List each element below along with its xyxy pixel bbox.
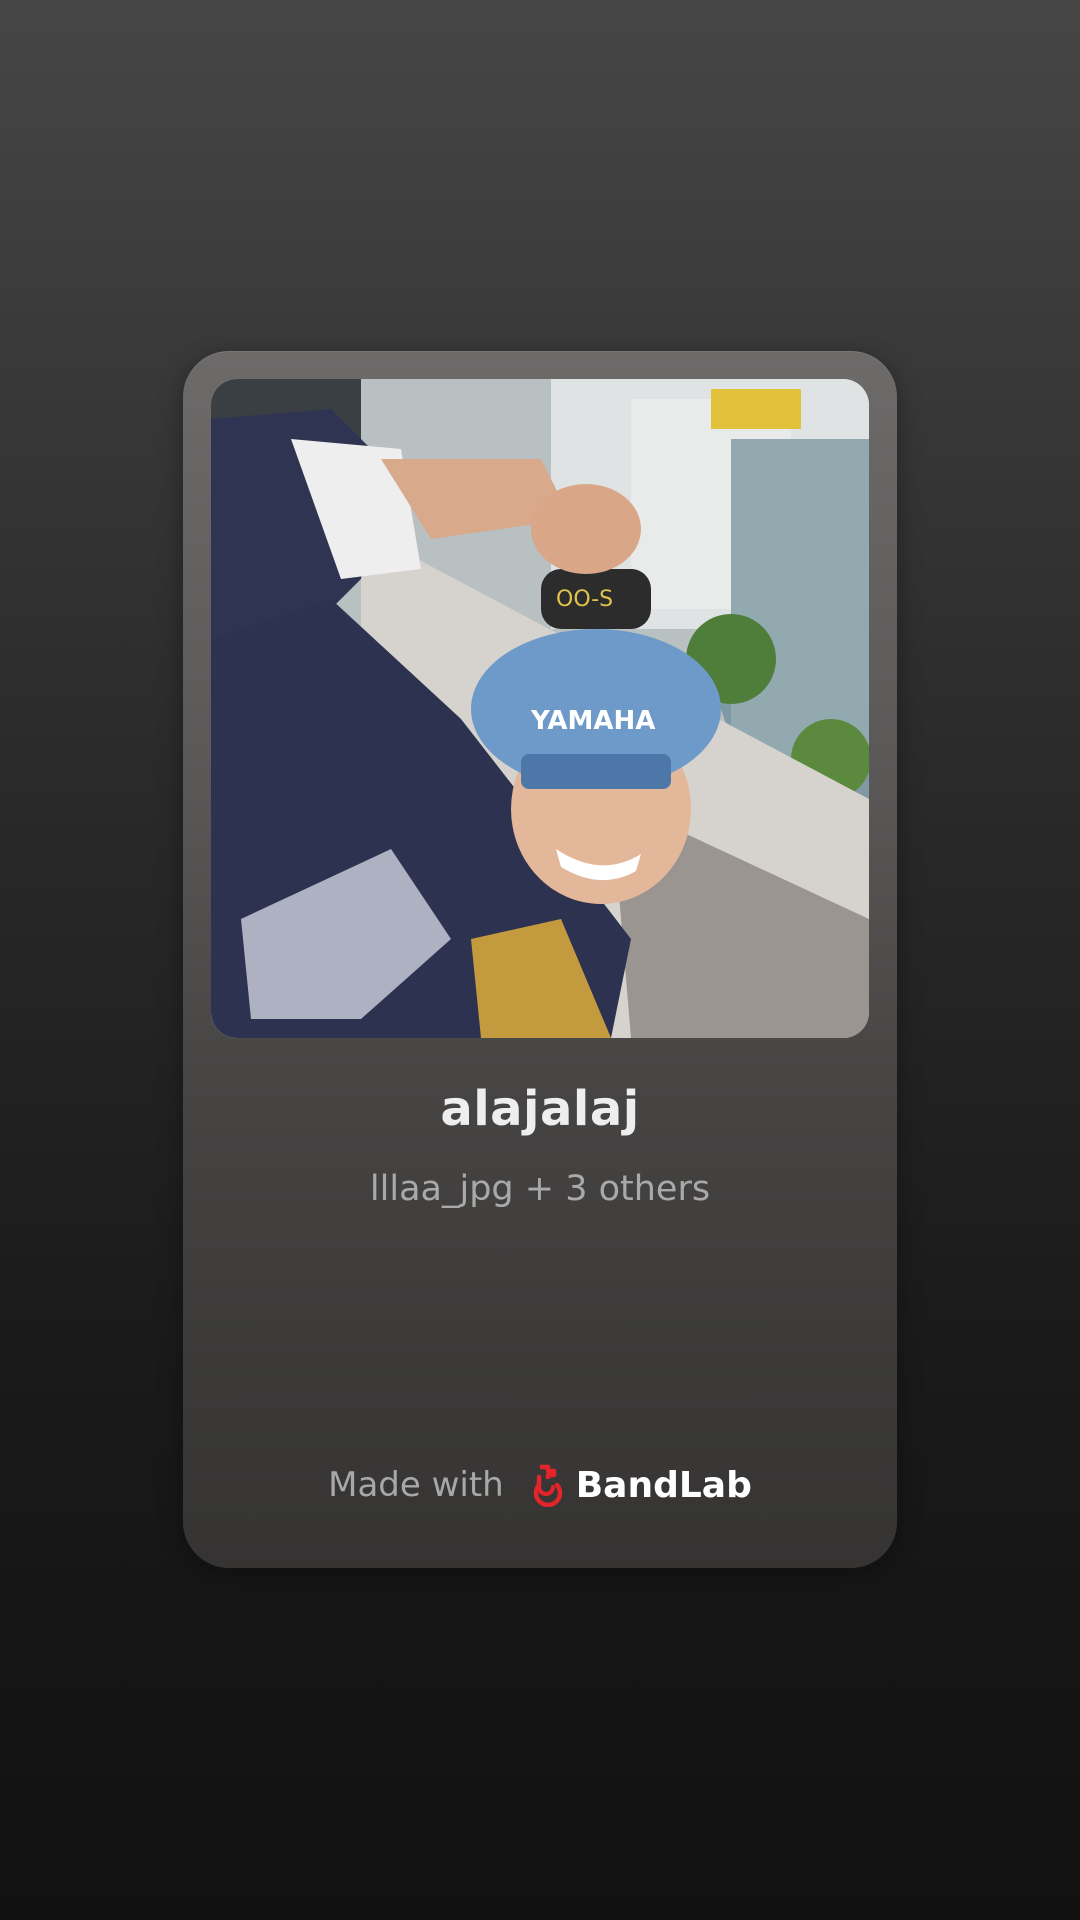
- bandlab-logo-icon: [533, 1464, 562, 1507]
- bandlab-wordmark: BandLab: [575, 1464, 752, 1506]
- track-card[interactable]: OO-S YAMAHA alajalaj lllaa_jpg + 3 other…: [183, 351, 897, 1568]
- bandlab-brand[interactable]: BandLab: [526, 1463, 752, 1507]
- cover-artwork[interactable]: OO-S YAMAHA: [211, 379, 869, 1038]
- made-with-label: Made with: [328, 1465, 504, 1505]
- collaborators-text: lllaa_jpg + 3 others: [369, 1169, 711, 1209]
- svg-text:OO-S: OO-S: [556, 587, 613, 612]
- track-title: alajalaj: [440, 1081, 640, 1137]
- svg-text:YAMAHA: YAMAHA: [530, 706, 655, 736]
- share-story-screen: { "track": { "title": "alajalaj", "colla…: [0, 0, 1080, 1920]
- cover-photo-image: OO-S YAMAHA: [211, 379, 869, 1038]
- made-with-footer: Made with BandLab: [183, 1463, 897, 1507]
